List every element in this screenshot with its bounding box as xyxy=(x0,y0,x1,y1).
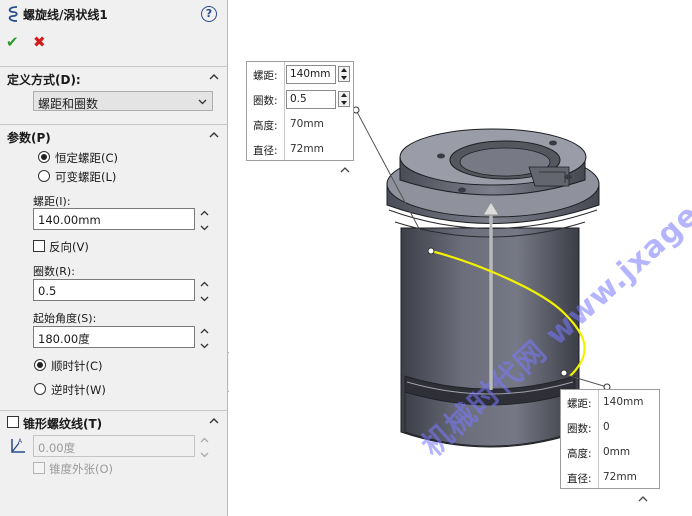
callout-row: 高度: 0mm xyxy=(561,440,659,465)
chevron-up-icon[interactable] xyxy=(209,130,219,140)
callout-diameter-value: 72mm xyxy=(290,143,324,155)
spin-down-icon[interactable] xyxy=(199,293,210,304)
spin-up-icon[interactable] xyxy=(199,208,210,219)
property-manager-panel: 螺旋线/涡状线1 ? ✔ ✖ 定义方式(D): 螺距和圈数 参数(P) 恒定螺距… xyxy=(0,0,228,516)
helix-end-point xyxy=(560,369,568,377)
taper-outward-label: 锥度外张(O) xyxy=(49,462,114,476)
callout-key: 螺距: xyxy=(253,70,278,82)
helix-end-callout[interactable]: 螺距: 140mm 圈数: 0 高度: 0mm 直径: 72mm xyxy=(560,389,660,489)
pitch-input[interactable]: 140.00mm xyxy=(33,208,195,230)
spin-down-icon[interactable] xyxy=(199,340,210,351)
spin-icon[interactable] xyxy=(338,91,350,107)
pitch-spinner[interactable] xyxy=(199,208,210,233)
callout-row: 直径: 72mm xyxy=(561,465,659,490)
constant-pitch-label: 恒定螺距(C) xyxy=(55,151,119,165)
clockwise-label: 顺时针(C) xyxy=(51,359,103,373)
callout-height-value: 70mm xyxy=(290,118,324,130)
spin-up-icon[interactable] xyxy=(199,279,210,290)
svg-text:A: A xyxy=(18,438,23,445)
start-angle-label: 起始角度(S): xyxy=(33,312,97,325)
start-angle-input[interactable]: 180.00度 xyxy=(33,326,195,348)
callout-diameter-value: 72mm xyxy=(603,471,637,483)
pitch-label: 螺距(I): xyxy=(33,195,71,208)
bolt-hole xyxy=(564,174,572,180)
parameters-section-header[interactable]: 参数(P) xyxy=(0,124,228,146)
helix-start-point xyxy=(427,247,435,255)
spin-up-icon[interactable] xyxy=(199,326,210,337)
chevron-up-icon[interactable] xyxy=(209,72,219,82)
callout-key: 圈数: xyxy=(253,95,278,107)
definition-dropdown[interactable]: 螺距和圈数 xyxy=(33,91,213,111)
callout-row: 螺距: 140mm xyxy=(561,390,659,415)
reverse-label: 反向(V) xyxy=(49,240,89,254)
feature-title: 螺旋线/涡状线1 xyxy=(23,8,108,22)
revolutions-input[interactable]: 0.5 xyxy=(33,279,195,301)
taper-angle-spinner xyxy=(199,435,210,458)
definition-section-header[interactable]: 定义方式(D): xyxy=(0,66,228,88)
variable-pitch-label: 可变螺距(L) xyxy=(55,170,117,184)
chevron-up-icon[interactable] xyxy=(209,416,219,426)
pitch-value: 140.00mm xyxy=(38,213,101,227)
panel-header: 螺旋线/涡状线1 ? ✔ ✖ xyxy=(0,0,228,58)
taper-checkbox[interactable] xyxy=(7,416,19,428)
parameters-section-label: 参数(P) xyxy=(7,131,51,145)
clockwise-radio[interactable] xyxy=(34,359,46,371)
callout-revolutions-input[interactable]: 0.5 xyxy=(286,90,336,109)
callout-revolutions-value: 0 xyxy=(603,421,610,433)
callout-pitch-value: 140mm xyxy=(603,396,644,408)
taper-section-label: 锥形螺纹线(T) xyxy=(23,417,103,431)
callout-key: 螺距: xyxy=(567,398,592,410)
cancel-button[interactable]: ✖ xyxy=(33,33,46,51)
callout-key: 直径: xyxy=(567,473,592,485)
revolutions-label: 圈数(R): xyxy=(33,265,75,278)
callout-row: 圈数: 0.5 xyxy=(247,87,353,112)
revolutions-spinner[interactable] xyxy=(199,279,210,304)
taper-section-header[interactable]: 锥形螺纹线(T) xyxy=(0,410,228,432)
start-angle-spinner[interactable] xyxy=(199,326,210,351)
taper-angle-input: 0.00度 xyxy=(33,435,195,457)
bolt-hole xyxy=(437,153,445,159)
counterclockwise-label: 逆时针(W) xyxy=(51,383,106,397)
chevron-up-icon[interactable] xyxy=(340,166,350,174)
callout-key: 圈数: xyxy=(567,423,592,435)
chevron-up-icon[interactable] xyxy=(638,495,648,503)
taper-angle-value: 0.00度 xyxy=(38,441,76,455)
taper-outward-checkbox xyxy=(33,462,45,474)
spin-down-icon xyxy=(200,452,209,458)
variable-pitch-radio[interactable] xyxy=(38,170,50,182)
help-icon[interactable]: ? xyxy=(201,6,217,22)
definition-section-label: 定义方式(D): xyxy=(7,73,81,87)
spin-icon[interactable] xyxy=(338,66,350,82)
callout-height-value: 0mm xyxy=(603,446,631,458)
callout-key: 高度: xyxy=(567,448,592,460)
revolutions-value: 0.5 xyxy=(38,284,57,298)
ok-button[interactable]: ✔ xyxy=(6,33,19,51)
spin-down-icon[interactable] xyxy=(199,222,210,233)
taper-angle-icon: A xyxy=(11,438,25,453)
counterclockwise-radio[interactable] xyxy=(34,383,46,395)
callout-key: 直径: xyxy=(253,145,278,157)
bolt-hole xyxy=(458,187,466,193)
callout-row: 圈数: 0 xyxy=(561,415,659,440)
callout-row: 螺距: 140mm xyxy=(247,62,353,87)
reverse-checkbox[interactable] xyxy=(33,240,45,252)
spin-up-icon xyxy=(200,437,209,443)
callout-row: 直径: 72mm xyxy=(247,137,353,162)
callout-pitch-input[interactable]: 140mm xyxy=(286,65,336,84)
bolt-hole xyxy=(549,140,557,146)
helix-feature-icon xyxy=(8,6,18,22)
definition-selected-value: 螺距和圈数 xyxy=(38,97,99,111)
callout-key: 高度: xyxy=(253,120,278,132)
helix-start-callout[interactable]: 螺距: 140mm 圈数: 0.5 高度: 70mm 直径: 72mm xyxy=(246,61,354,161)
constant-pitch-radio[interactable] xyxy=(38,151,50,163)
chevron-down-icon xyxy=(198,99,207,105)
start-angle-value: 180.00度 xyxy=(38,332,90,346)
callout-row: 高度: 70mm xyxy=(247,112,353,137)
